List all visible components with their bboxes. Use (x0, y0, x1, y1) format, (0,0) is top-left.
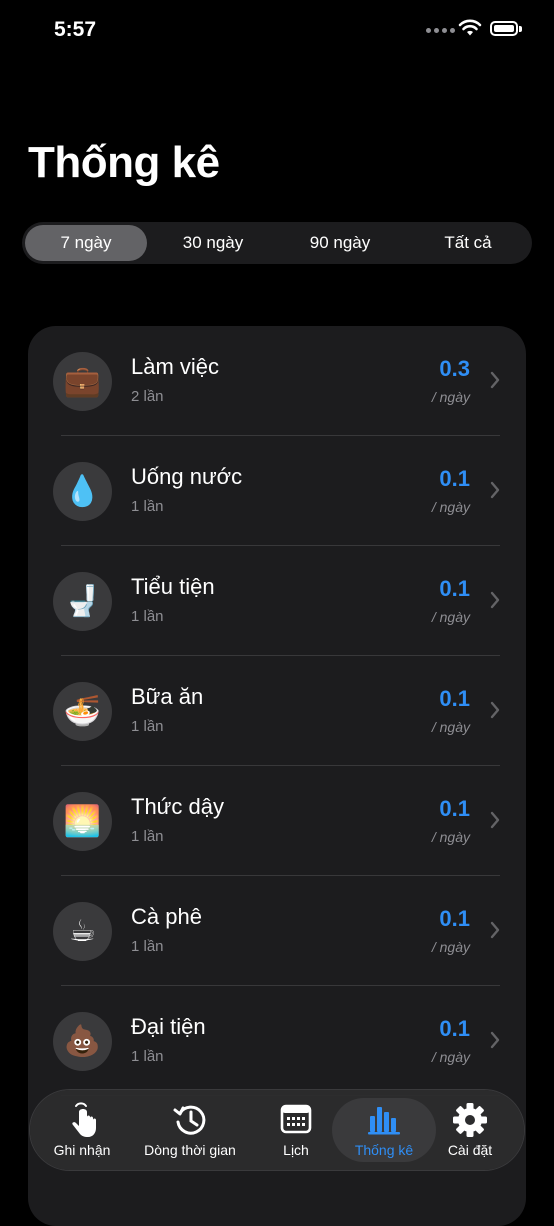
tab-settings[interactable]: Cài đặt (422, 1098, 518, 1162)
item-rate-unit: / ngày (431, 499, 470, 515)
chevron-right-icon (490, 591, 500, 609)
segment-7-days[interactable]: 7 ngày (25, 225, 147, 261)
chevron-right-icon (490, 481, 500, 499)
item-rate-value: 0.1 (439, 686, 470, 711)
toilet-icon: 🚽 (53, 572, 112, 631)
gear-icon (453, 1103, 487, 1137)
item-count: 1 lần (131, 828, 164, 845)
status-time: 5:57 (54, 18, 97, 41)
tab-record[interactable]: Ghi nhận (34, 1098, 130, 1162)
item-count: 1 lần (131, 498, 164, 515)
list-item[interactable]: 💩 Đại tiện 1 lần 0.1 / ngày (28, 986, 526, 1096)
item-count: 1 lần (131, 608, 164, 625)
period-segmented-control: 7 ngày 30 ngày 90 ngày Tất cả (22, 222, 532, 264)
briefcase-icon: 💼 (53, 352, 112, 411)
tab-bar: Ghi nhận Dòng thời gian Lịch Thống kê Cà… (30, 1090, 524, 1170)
item-count: 1 lần (131, 1048, 164, 1065)
noodle-bowl-icon: 🍜 (53, 682, 112, 741)
item-rate-value: 0.3 (439, 356, 470, 381)
item-title: Bữa ăn (131, 684, 204, 709)
calendar-icon (280, 1104, 312, 1134)
list-item[interactable]: 🚽 Tiểu tiện 1 lần 0.1 / ngày (28, 546, 526, 656)
item-rate-value: 0.1 (439, 576, 470, 601)
item-rate-unit: / ngày (431, 1049, 470, 1065)
item-title: Uống nước (131, 464, 243, 489)
water-drop-icon: 💧 (53, 462, 112, 521)
list-item[interactable]: 💼 Làm việc 2 lần 0.3 / ngày (28, 326, 526, 436)
item-rate-value: 0.1 (439, 1016, 470, 1041)
tab-timeline[interactable]: Dòng thời gian (142, 1098, 238, 1162)
item-rate-unit: / ngày (431, 609, 470, 625)
battery-icon (490, 21, 522, 36)
chevron-right-icon (490, 811, 500, 829)
item-title: Thức dậy (131, 794, 224, 819)
tab-label: Cài đặt (447, 1142, 493, 1158)
item-title: Đại tiện (131, 1014, 206, 1039)
item-title: Cà phê (131, 904, 202, 929)
segment-90-days[interactable]: 90 ngày (280, 225, 400, 261)
sunrise-icon: 🌅 (53, 792, 112, 851)
cellular-signal-icon (426, 28, 455, 33)
item-rate-value: 0.1 (439, 466, 470, 491)
chevron-right-icon (490, 921, 500, 939)
item-rate-unit: / ngày (431, 389, 470, 405)
wifi-icon (458, 19, 482, 36)
item-rate-unit: / ngày (431, 829, 470, 845)
bar-chart-icon (368, 1107, 400, 1135)
chevron-right-icon (490, 1031, 500, 1049)
list-item[interactable]: 🍜 Bữa ăn 1 lần 0.1 / ngày (28, 656, 526, 766)
page-title: Thống kê (28, 138, 220, 187)
history-clock-icon (173, 1105, 206, 1135)
item-count: 1 lần (131, 718, 164, 735)
item-rate-value: 0.1 (439, 796, 470, 821)
list-item[interactable]: 💧 Uống nước 1 lần 0.1 / ngày (28, 436, 526, 546)
segment-30-days[interactable]: 30 ngày (153, 225, 273, 261)
item-rate-unit: / ngày (431, 719, 470, 735)
chevron-right-icon (490, 371, 500, 389)
chevron-right-icon (490, 701, 500, 719)
item-title: Làm việc (131, 354, 220, 379)
list-item[interactable]: ☕ Cà phê 1 lần 0.1 / ngày (28, 876, 526, 986)
list-item[interactable]: 🌅 Thức dậy 1 lần 0.1 / ngày (28, 766, 526, 876)
item-count: 2 lần (131, 388, 164, 405)
item-rate-value: 0.1 (439, 906, 470, 931)
status-bar: 5:57 (0, 0, 554, 60)
poop-icon: 💩 (53, 1012, 112, 1071)
item-rate-unit: / ngày (431, 939, 470, 955)
hand-tap-icon (72, 1102, 96, 1137)
segment-all[interactable]: Tất cả (408, 225, 528, 261)
item-count: 1 lần (131, 938, 164, 955)
coffee-icon: ☕ (53, 902, 112, 961)
item-title: Tiểu tiện (131, 574, 215, 599)
